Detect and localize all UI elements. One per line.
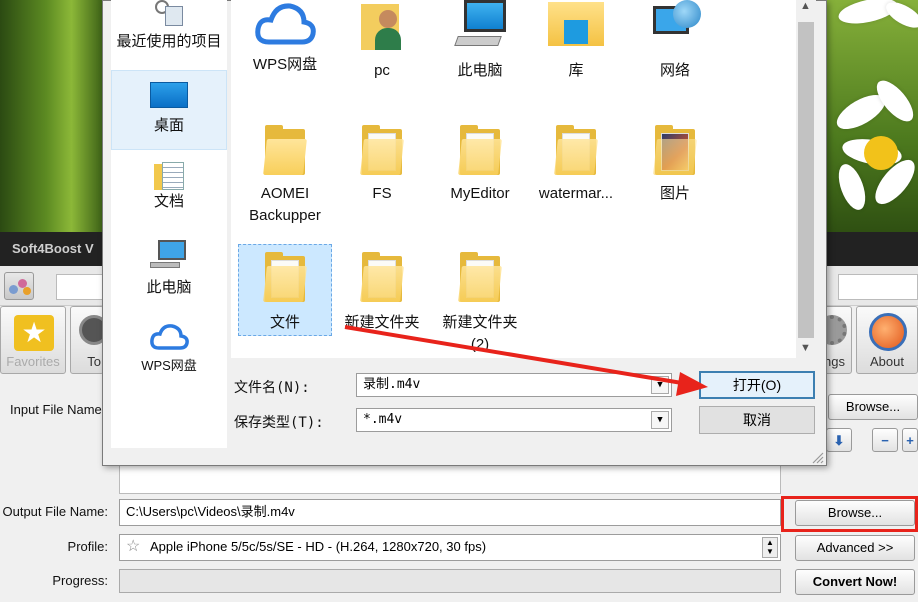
nav-item-wps-cloud[interactable]: WPS网盘 (111, 322, 227, 374)
scrollbar-thumb[interactable] (798, 22, 814, 338)
convert-now-button[interactable]: Convert Now! (795, 569, 915, 595)
file-item-network[interactable]: 网络 (627, 0, 723, 82)
file-item-library[interactable]: 库 (528, 0, 624, 82)
folder-icon (360, 125, 404, 175)
nav-item-documents[interactable]: 文档 (111, 160, 227, 210)
input-file-label: Input File Name (10, 402, 102, 417)
file-item-new-folder-2[interactable]: 新建文件夹 (2) (432, 252, 528, 356)
about-button[interactable]: About (856, 306, 918, 374)
filetype-select[interactable]: *.m4v ▼ (356, 408, 672, 432)
cancel-button[interactable]: 取消 (699, 406, 815, 434)
file-item-pc[interactable]: pc (334, 0, 430, 82)
wps-cloud-icon (255, 3, 316, 45)
progress-bar (119, 569, 781, 593)
file-item-aomei[interactable]: AOMEI Backupper (237, 125, 333, 227)
app-menu-field[interactable] (56, 274, 104, 300)
file-item-fs[interactable]: FS (334, 125, 430, 205)
scroll-down-icon: ▼ (800, 342, 811, 354)
plus-icon: + (906, 433, 914, 448)
nav-item-recent[interactable]: 最近使用的项目 (111, 0, 227, 50)
file-item-wps-cloud[interactable]: WPS网盘 (237, 0, 333, 76)
annotation-highlight-box (781, 496, 918, 532)
remove-file-button[interactable]: − (872, 428, 898, 452)
file-item-myeditor[interactable]: MyEditor (432, 125, 528, 205)
network-icon (647, 0, 703, 52)
output-file-label: Output File Name: (2, 504, 109, 519)
nav-item-desktop[interactable]: 桌面 (111, 82, 227, 134)
file-item-pictures[interactable]: 图片 (627, 125, 723, 205)
folder-icon (653, 125, 697, 175)
star-outline-icon: ☆ (126, 538, 141, 555)
filename-input[interactable]: 录制.m4v ▼ (356, 373, 672, 397)
filename-label: 文件名(N): (234, 380, 310, 396)
file-item-watermark[interactable]: watermar... (528, 125, 624, 205)
tools-button[interactable]: To (70, 306, 109, 374)
progress-label: Progress: (52, 573, 108, 588)
library-icon (548, 0, 604, 52)
app-logo-icon (4, 272, 34, 300)
user-folder-icon (359, 0, 405, 52)
folder-icon (263, 252, 307, 302)
file-item-wenjian[interactable]: 文件 (237, 252, 333, 334)
output-file-field[interactable]: C:\Users\pc\Videos\录制.m4v (119, 499, 781, 526)
desktop-icon (150, 82, 188, 108)
profile-label: Profile: (67, 539, 108, 554)
filetype-value: *.m4v (363, 412, 403, 427)
chevron-down-icon[interactable]: ▼ (651, 376, 669, 394)
favorites-button[interactable]: ★ Favorites (0, 306, 66, 374)
folder-icon (458, 252, 502, 302)
chevron-down-icon[interactable]: ▼ (651, 411, 669, 429)
app-menu-field-right[interactable] (838, 274, 918, 300)
file-item-new-folder[interactable]: 新建文件夹 (334, 252, 430, 334)
folder-icon (458, 125, 502, 175)
scroll-up-icon: ▲ (800, 0, 811, 12)
file-item-this-pc[interactable]: 此电脑 (432, 0, 528, 82)
computer-icon (452, 0, 508, 52)
filetype-label: 保存类型(T): (234, 415, 324, 431)
documents-icon (154, 160, 184, 190)
profile-select[interactable]: ☆ Apple iPhone 5/5c/5s/SE - HD - (H.264,… (119, 534, 781, 561)
wps-cloud-icon (150, 324, 189, 350)
star-icon: ★ (14, 315, 54, 351)
arrow-down-icon: ⬇ (833, 433, 845, 448)
this-pc-icon (150, 240, 188, 272)
about-info-icon (869, 313, 907, 351)
open-button[interactable]: 打开(O) (699, 371, 815, 399)
minus-icon: − (881, 433, 889, 448)
nav-item-this-pc[interactable]: 此电脑 (111, 240, 227, 296)
advanced-button[interactable]: Advanced >> (795, 535, 915, 561)
input-browse-button[interactable]: Browse... (828, 394, 918, 420)
dialog-nav-pane (111, 0, 227, 448)
app-title: Soft4Boost V (12, 241, 94, 256)
folder-icon (263, 125, 307, 175)
move-down-button[interactable]: ⬇ (826, 428, 852, 452)
add-file-button[interactable]: + (902, 428, 918, 452)
resize-grip-icon[interactable] (810, 450, 824, 464)
folder-icon (360, 252, 404, 302)
folder-icon (554, 125, 598, 175)
spinner-icon: ▲ ▼ (762, 537, 778, 558)
filename-value: 录制.m4v (363, 377, 421, 392)
profile-value: Apple iPhone 5/5c/5s/SE - HD - (H.264, 1… (150, 539, 487, 554)
recent-items-icon (151, 0, 185, 28)
